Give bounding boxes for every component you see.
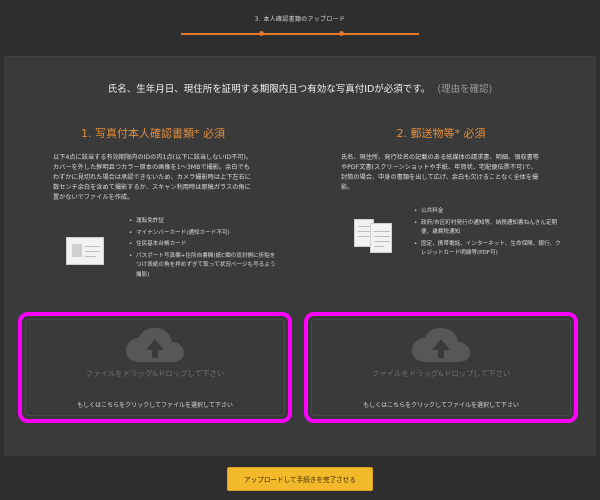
dropzone-subtitle[interactable]: もしくはこちらをクリックしてファイルを選択して下さい [22,400,288,409]
dropzone-subtitle[interactable]: もしくはこちらをクリックしてファイルを選択して下さい [308,400,574,409]
list-item: 公共料金 [414,207,564,217]
step-title: 3. 本人確認書類のアップロード [254,16,346,23]
mail-description: 氏名、現住所、発行社名の記載のある紙媒体の請求書、明細、領収書等やPDF文書(ス… [341,154,539,191]
submit-upload-button[interactable]: アップロードして手続きを完了させる [227,467,373,491]
list-item: マイナンバーカード(通知カード不可) [129,229,279,239]
list-item: パスポート写真欄+住所自書欄(紙C類の双対側に折貼をつけ表紙の角を拝めずぎて取っ… [129,252,279,281]
list-item: 運転免許証 [129,217,279,227]
document-sheet [370,223,392,253]
dropzone-title: ファイルをドラッグ&ドロップして下さい [85,369,225,378]
headline-text: 氏名、生年月日、現住所を証明する期限内且つ有効な写真付IDが必須です。 [107,84,431,95]
photo-id-list: 運転免許証 マイナンバーカード(通知カード不可) 住民基本台帳カード パスポート… [129,217,279,282]
progress-dot [259,31,264,36]
photo-id-examples: 運転免許証 マイナンバーカード(通知カード不可) 住民基本台帳カード パスポート… [14,215,292,325]
mail-section: 2. 郵送物等* 必須 氏名、現住所、発行社名の記載のある紙媒体の請求書、明細、… [302,119,580,315]
id-card-icon [66,237,104,265]
mail-examples: 公共料金 政府/市区町村発行の通知等、納税通知書ねんきん定期便、歳費税通知 固定… [302,205,580,315]
list-item: 政府/市区町村発行の通知等、納税通知書ねんきん定期便、歳費税通知 [414,219,564,238]
stepper: 3. 本人確認書類のアップロード [0,0,600,52]
list-item: 固定、携帯電話、インターネット、生命保険、銀行、クレジットカード明細等(PDF可… [414,240,564,259]
mail-list: 公共料金 政府/市区町村発行の通知等、納税通知書ねんきん定期便、歳費税通知 固定… [414,207,564,261]
cloud-upload-icon [412,328,470,362]
photo-id-description: 以下4点に該当する有効期限内のIDの内1点(以下に該当しないID不可)。カバーを… [53,154,253,201]
cloud-upload-icon [126,328,184,362]
reason-link[interactable]: (理由を確認) [437,84,492,95]
photo-id-section: 1. 写真付本人確認書類* 必須 以下4点に該当する有効期限内のIDの内1点(以… [14,119,292,325]
mail-dropzone[interactable]: ファイルをドラッグ&ドロップして下さい もしくはこちらをクリックしてファイルを選… [304,312,578,423]
photo-id-title: 1. 写真付本人確認書類* 必須 [81,127,225,140]
progress-bar [181,31,419,36]
progress-dot [339,31,344,36]
headline: 氏名、生年月日、現住所を証明する期限内且つ有効な写真付IDが必須です。 (理由を… [4,81,596,95]
photo-id-dropzone[interactable]: ファイルをドラッグ&ドロップして下さい もしくはこちらをクリックしてファイルを選… [18,312,292,423]
list-item: 住民基本台帳カード [129,240,279,250]
dropzone-title: ファイルをドラッグ&ドロップして下さい [371,369,511,378]
mail-title: 2. 郵送物等* 必須 [396,127,486,140]
